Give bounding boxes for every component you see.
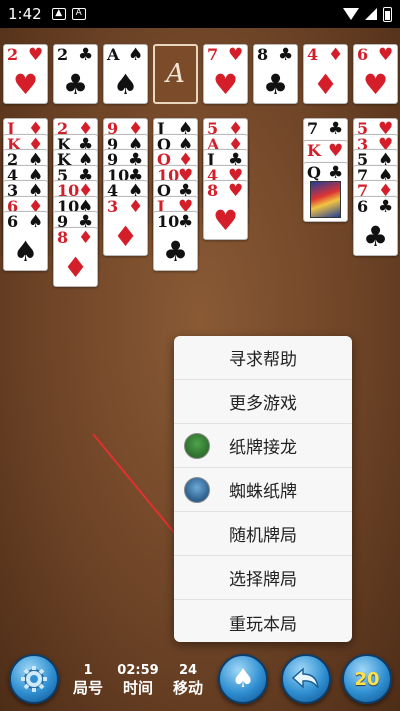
undo-arrow-icon bbox=[291, 667, 319, 689]
menu-button[interactable]: ♠ bbox=[218, 654, 268, 704]
menu-item-label: 重玩本局 bbox=[229, 614, 297, 635]
menu-item-label: 更多游戏 bbox=[229, 394, 297, 414]
game-number-label: 局号 bbox=[72, 679, 103, 697]
game-number-value: 1 bbox=[83, 663, 93, 678]
moves-stat: 24 移动 bbox=[166, 663, 210, 697]
time-stat: 02:59 时间 bbox=[116, 663, 160, 697]
spider-app-icon bbox=[184, 477, 210, 503]
menu-item-select-game[interactable]: 选择牌局 bbox=[174, 556, 352, 600]
menu-item-label: 选择牌局 bbox=[229, 570, 297, 590]
menu-item-solitaire[interactable]: 纸牌接龙 bbox=[174, 424, 352, 468]
gear-icon bbox=[21, 666, 47, 692]
game-number-stat: 1 局号 bbox=[66, 663, 110, 697]
menu-item-replay-game[interactable]: 重玩本局 bbox=[174, 600, 352, 644]
menu-item-random-game[interactable]: 随机牌局 bbox=[174, 512, 352, 556]
undo-button[interactable] bbox=[281, 654, 331, 704]
menu-item-label: 寻求帮助 bbox=[229, 350, 297, 370]
spade-menu-icon: ♠ bbox=[231, 664, 255, 694]
hint-button[interactable]: 20 bbox=[342, 654, 392, 704]
moves-value: 24 bbox=[178, 663, 198, 678]
time-value: 02:59 bbox=[117, 663, 159, 678]
moves-label: 移动 bbox=[172, 679, 203, 697]
bottom-toolbar: 1 局号 02:59 时间 24 移动 ♠ 20 bbox=[0, 647, 400, 711]
menu-item-help[interactable]: 寻求帮助 bbox=[174, 336, 352, 380]
settings-button[interactable] bbox=[9, 654, 59, 704]
solitaire-app-icon bbox=[184, 433, 210, 459]
time-label: 时间 bbox=[122, 679, 153, 697]
menu-item-label: 随机牌局 bbox=[229, 526, 297, 546]
menu-item-label: 蜘蛛纸牌 bbox=[229, 482, 297, 502]
popup-menu: 寻求帮助 更多游戏 纸牌接龙 蜘蛛纸牌 随机牌局 选择牌局 重玩本局 bbox=[174, 336, 352, 642]
menu-item-more-games[interactable]: 更多游戏 bbox=[174, 380, 352, 424]
hint-count: 20 bbox=[354, 668, 380, 690]
menu-item-label: 纸牌接龙 bbox=[229, 438, 297, 458]
menu-item-spider-solitaire[interactable]: 蜘蛛纸牌 bbox=[174, 468, 352, 512]
